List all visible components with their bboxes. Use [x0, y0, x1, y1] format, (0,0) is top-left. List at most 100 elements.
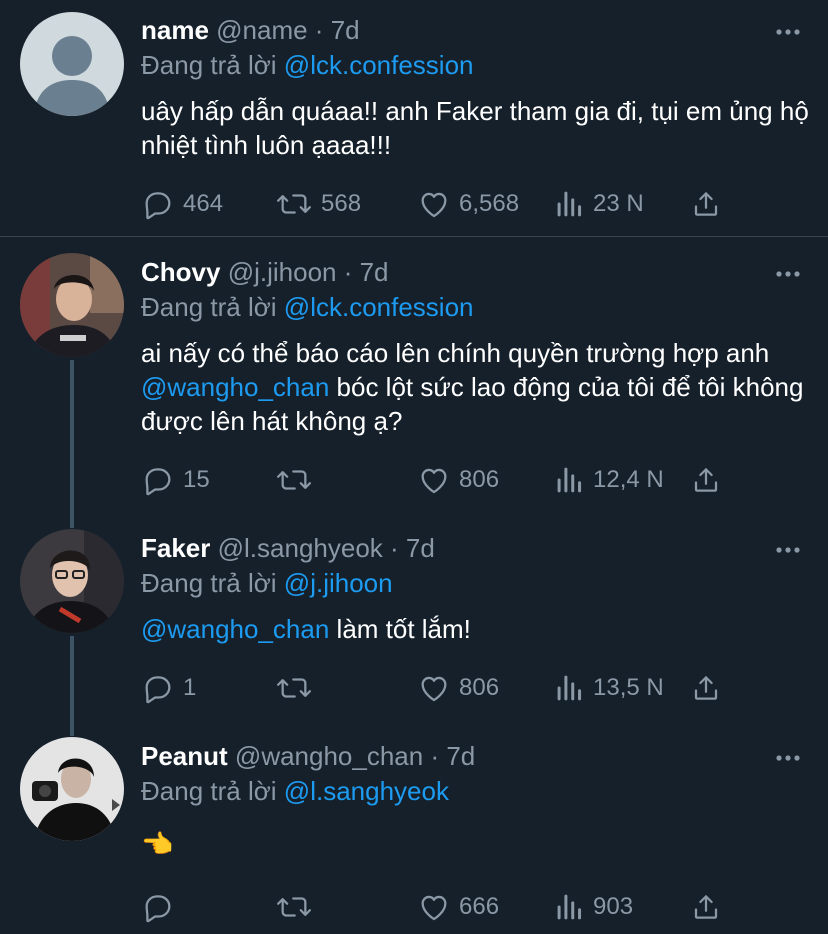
views-button[interactable]: 13,5 N — [555, 668, 664, 708]
more-options-icon[interactable] — [776, 750, 800, 761]
more-options-icon[interactable] — [776, 266, 800, 277]
user-photo-icon — [20, 737, 124, 841]
like-count: 806 — [459, 466, 500, 493]
tweet-actions: 1 806 13,5 N — [141, 668, 741, 708]
like-count: 6,568 — [459, 190, 520, 217]
reply-context: Đang trả lời @lck.confession — [141, 48, 474, 82]
handle-and-time: @wangho_chan · 7d — [234, 741, 476, 771]
reply-icon — [145, 468, 171, 496]
reply-prefix: Đang trả lời — [141, 292, 277, 322]
tweet-header: Chovy @j.jihoon · 7d — [141, 255, 748, 289]
mention-link[interactable]: @wangho_chan — [141, 372, 329, 402]
views-button[interactable]: 903 — [555, 887, 633, 927]
share-button[interactable] — [691, 460, 729, 500]
views-icon — [557, 894, 582, 920]
like-button[interactable]: 806 — [417, 460, 499, 500]
reply-to-mention[interactable]: @j.jihoon — [284, 568, 393, 598]
views-count: 903 — [593, 893, 634, 920]
mention-link[interactable]: @wangho_chan — [141, 614, 329, 644]
reply-icon — [145, 676, 171, 704]
retweet-button[interactable] — [275, 460, 321, 500]
user-photo-icon — [20, 253, 124, 357]
views-button[interactable]: 12,4 N — [555, 460, 664, 500]
handle-and-time: @name · 7d — [216, 15, 360, 45]
handle-and-time: @l.sanghyeok · 7d — [217, 533, 435, 563]
tweet[interactable]: name @name · 7d Đang trả lời @lck.confes… — [0, 0, 828, 236]
tweet-header: Peanut @wangho_chan · 7d — [141, 739, 748, 773]
like-button[interactable]: 6,568 — [417, 184, 519, 224]
views-count: 23 N — [593, 190, 644, 217]
retweet-button[interactable]: 568 — [275, 184, 361, 224]
tweet[interactable]: Faker @l.sanghyeok · 7d Đang trả lời @j.… — [0, 513, 828, 721]
tweet[interactable]: Peanut @wangho_chan · 7d Đang trả lời @l… — [0, 721, 828, 934]
reply-icon — [145, 192, 171, 220]
retweet-icon — [277, 897, 311, 917]
reply-to-mention[interactable]: @lck.confession — [284, 292, 474, 322]
tweet-text: uây hấp dẫn quáaa!! anh Faker tham gia đ… — [141, 96, 809, 160]
reply-count: 15 — [183, 466, 210, 493]
views-count: 12,4 N — [593, 466, 664, 493]
reply-count: 464 — [183, 190, 224, 217]
retweet-count: 568 — [321, 190, 362, 217]
reply-button[interactable]: 1 — [141, 668, 196, 708]
display-name[interactable]: Chovy — [141, 257, 220, 287]
more-options-icon[interactable] — [776, 24, 800, 35]
avatar[interactable] — [20, 12, 124, 116]
heart-icon — [421, 192, 447, 218]
heart-icon — [421, 676, 447, 702]
views-icon — [557, 467, 582, 493]
share-button[interactable] — [691, 668, 729, 708]
heart-icon — [421, 895, 447, 921]
retweet-icon — [277, 194, 311, 214]
display-name[interactable]: Peanut — [141, 741, 228, 771]
reply-to-mention[interactable]: @l.sanghyeok — [284, 776, 449, 806]
tweet-text-part: ai nấy có thể báo cáo lên chính quyền tr… — [141, 338, 770, 368]
share-button[interactable] — [691, 184, 729, 224]
tweet-text: @wangho_chan làm tốt lắm! — [141, 612, 811, 646]
more-options-icon[interactable] — [776, 542, 800, 553]
share-icon — [694, 895, 718, 919]
share-button[interactable] — [691, 887, 729, 927]
tweet-actions: 666 903 — [141, 887, 741, 927]
heart-icon — [421, 468, 447, 494]
like-button[interactable]: 666 — [417, 887, 499, 927]
tweet[interactable]: Chovy @j.jihoon · 7d Đang trả lời @lck.c… — [0, 237, 828, 513]
tweet-text: 👈 — [141, 827, 811, 861]
tweet-text-part: làm tốt lắm! — [329, 614, 471, 644]
views-icon — [557, 191, 582, 217]
reply-to-mention[interactable]: @lck.confession — [284, 50, 474, 80]
like-button[interactable]: 806 — [417, 668, 499, 708]
share-icon — [694, 468, 718, 492]
tweet-header: Faker @l.sanghyeok · 7d — [141, 531, 748, 565]
reply-prefix: Đang trả lời — [141, 776, 277, 806]
views-icon — [557, 675, 582, 701]
views-button[interactable]: 23 N — [555, 184, 644, 224]
display-name[interactable]: Faker — [141, 533, 210, 563]
reply-prefix: Đang trả lời — [141, 50, 277, 80]
avatar[interactable] — [20, 529, 124, 633]
user-photo-icon — [20, 529, 124, 633]
pointing-left-emoji: 👈 — [141, 829, 174, 859]
tweet-header: name @name · 7d — [141, 13, 748, 47]
tweet-text: ai nấy có thể báo cáo lên chính quyền tr… — [141, 336, 811, 438]
avatar[interactable] — [20, 253, 124, 357]
share-icon — [694, 192, 718, 216]
retweet-icon — [277, 470, 311, 490]
retweet-button[interactable] — [275, 668, 321, 708]
default-avatar-icon — [20, 12, 124, 116]
avatar[interactable] — [20, 737, 124, 841]
reply-button[interactable] — [141, 887, 183, 927]
views-count: 13,5 N — [593, 674, 664, 701]
tweet-actions: 15 806 12,4 N — [141, 460, 741, 500]
retweet-button[interactable] — [275, 887, 321, 927]
reply-prefix: Đang trả lời — [141, 568, 277, 598]
reply-button[interactable]: 15 — [141, 460, 210, 500]
reply-icon — [145, 895, 171, 923]
handle-and-time: @j.jihoon · 7d — [227, 257, 389, 287]
reply-context: Đang trả lời @l.sanghyeok — [141, 774, 449, 808]
display-name[interactable]: name — [141, 15, 209, 45]
reply-button[interactable]: 464 — [141, 184, 223, 224]
reply-context: Đang trả lời @j.jihoon — [141, 566, 393, 600]
reply-context: Đang trả lời @lck.confession — [141, 290, 474, 324]
share-icon — [694, 676, 718, 700]
